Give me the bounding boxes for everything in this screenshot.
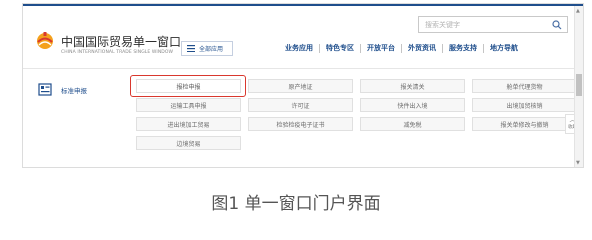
nav-item-trade-news[interactable]: 外贸资讯 xyxy=(402,43,442,53)
search-placeholder: 搜索关键字 xyxy=(425,21,460,29)
nav-item-service-support[interactable]: 服务支持 xyxy=(443,43,483,53)
figure-caption: 图1 单一窗口门户界面 xyxy=(211,194,381,214)
declaration-category-icon xyxy=(38,83,52,96)
service-item-customs-clearance[interactable]: 报关清关 xyxy=(360,79,465,93)
service-item-manifest-agent[interactable]: 舱单代理货物 xyxy=(472,79,577,93)
nav-item-business-apps[interactable]: 业务应用 xyxy=(279,43,319,53)
service-item-processing-trade-verification[interactable]: 出境加贸核销 xyxy=(472,98,577,112)
top-accent-bar xyxy=(23,4,583,6)
nav-item-local-navigation[interactable]: 地方导航 xyxy=(484,43,524,53)
service-item-license[interactable]: 许可证 xyxy=(248,98,353,112)
service-item-e-certificate[interactable]: 检验检疫电子证书 xyxy=(248,117,353,131)
brand-subtitle: CHINA INTERNATIONAL TRADE SINGLE WINDOW xyxy=(61,50,174,55)
menu-icon xyxy=(187,45,195,52)
scrollbar-thumb[interactable] xyxy=(576,74,582,96)
all-apps-button[interactable]: 全部应用 xyxy=(181,41,233,56)
service-item-express-entry[interactable]: 快件出入境 xyxy=(360,98,465,112)
category-label: 标准申报 xyxy=(61,87,87,95)
scroll-up-arrow-icon[interactable]: ▲ xyxy=(576,8,580,14)
service-item-tax-exemption[interactable]: 减免税 xyxy=(360,117,465,131)
all-apps-label: 全部应用 xyxy=(199,46,224,53)
selected-item-highlight xyxy=(130,75,246,97)
single-window-logo-icon[interactable] xyxy=(35,30,55,52)
vertical-scrollbar[interactable]: ▲ ▼ xyxy=(574,6,583,167)
service-item-declaration-modification[interactable]: 报关单修改与撤销 xyxy=(472,117,577,131)
search-icon[interactable] xyxy=(552,20,562,30)
nav-item-open-platform[interactable]: 开放平台 xyxy=(361,43,401,53)
brand-title: 中国国际贸易单一窗口 xyxy=(61,35,182,49)
service-item-vehicle-declaration[interactable]: 运输工具申报 xyxy=(136,98,241,112)
portal-window: 搜索关键字 中国国际贸易单一窗口 CHINA INTERNATIONAL TRA… xyxy=(22,3,584,168)
service-item-border-trade[interactable]: 边境贸易 xyxy=(136,136,241,150)
search-box[interactable]: 搜索关键字 xyxy=(418,16,568,33)
nav-item-featured-zone[interactable]: 特色专区 xyxy=(320,43,360,53)
header-divider xyxy=(23,68,583,69)
service-item-processing-trade[interactable]: 进出境加工贸易 xyxy=(136,117,241,131)
scroll-down-arrow-icon[interactable]: ▼ xyxy=(576,160,580,166)
main-nav: 业务应用 特色专区 开放平台 外贸资讯 服务支持 地方导航 xyxy=(279,43,524,53)
service-item-certificate-of-origin[interactable]: 原产地证 xyxy=(248,79,353,93)
